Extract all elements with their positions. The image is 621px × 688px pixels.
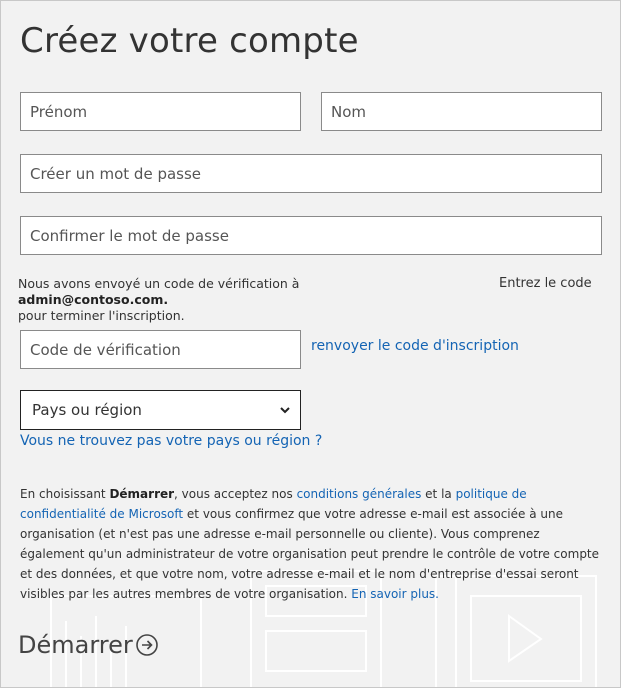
enter-code-label: Entrez le code — [499, 276, 592, 291]
start-button[interactable]: Démarrer — [18, 631, 159, 659]
verification-email: admin@contoso.com. — [18, 292, 169, 307]
chevron-down-icon — [280, 407, 290, 414]
password-input[interactable] — [20, 154, 602, 193]
country-select-value: Pays ou région — [32, 401, 142, 419]
terms-text-part: En choisissant — [20, 487, 110, 501]
verification-note-prefix: Nous avons envoyé un code de vérificatio… — [18, 276, 300, 291]
verification-code-input[interactable] — [20, 330, 301, 369]
verification-note: Nous avons envoyé un code de vérificatio… — [18, 276, 438, 324]
start-button-label: Démarrer — [18, 631, 133, 659]
terms-conditions-link[interactable]: conditions générales — [297, 487, 422, 501]
last-name-input[interactable] — [321, 92, 602, 131]
learn-more-link[interactable]: En savoir plus. — [351, 587, 439, 601]
country-not-found-link[interactable]: Vous ne trouvez pas votre pays ou région… — [20, 433, 322, 449]
page-title: Créez votre compte — [20, 21, 359, 61]
verification-note-suffix: pour terminer l'inscription. — [18, 308, 185, 323]
terms-text: En choisissant Démarrer, vous acceptez n… — [20, 484, 604, 604]
first-name-input[interactable] — [20, 92, 301, 131]
signup-panel: Créez votre compte Nous avons envoyé un … — [0, 0, 621, 688]
terms-text-part: , vous acceptez nos — [174, 487, 297, 501]
arrow-circle-right-icon — [135, 634, 158, 656]
country-select[interactable]: Pays ou région — [20, 390, 301, 430]
resend-code-link[interactable]: renvoyer le code d'inscription — [311, 338, 519, 354]
terms-text-part: et vous confirmez que votre adresse e-ma… — [20, 507, 600, 601]
terms-text-part: et la — [421, 487, 456, 501]
terms-start-bold: Démarrer — [109, 487, 175, 501]
confirm-password-input[interactable] — [20, 216, 602, 255]
